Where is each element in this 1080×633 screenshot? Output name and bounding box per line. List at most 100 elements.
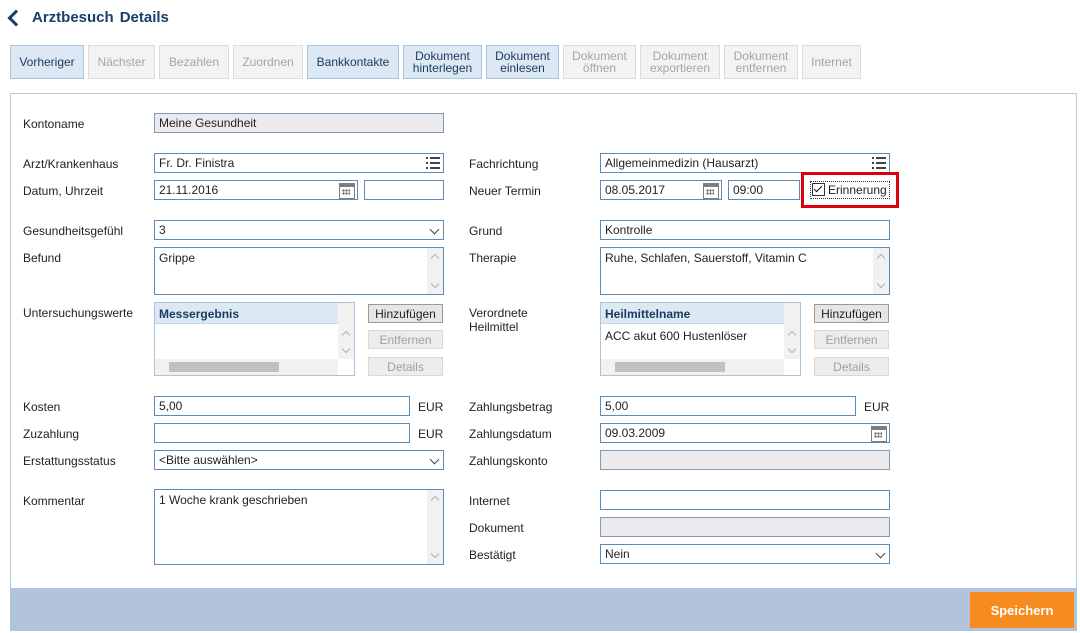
zahlungsbetrag-field[interactable]: 5,00 xyxy=(600,396,856,416)
document-scan-button[interactable]: Dokument einlesen xyxy=(486,45,559,79)
checkbox-checked-icon[interactable] xyxy=(812,183,825,196)
document-remove-button[interactable]: Dokument entfernen xyxy=(724,45,798,79)
kosten-unit: EUR xyxy=(418,400,444,414)
bestaetigt-select[interactable]: Nein xyxy=(600,544,890,564)
heilmittel-details-button[interactable]: Details xyxy=(814,357,889,376)
termin-time-field[interactable]: 09:00 xyxy=(728,180,800,200)
scroll-up-icon xyxy=(430,253,440,263)
internet-button[interactable]: Internet xyxy=(802,45,861,79)
heilmittel-remove-button[interactable]: Entfernen xyxy=(814,330,889,349)
erstattungsstatus-value: <Bitte auswählen> xyxy=(159,453,258,467)
therapie-textarea[interactable]: Ruhe, Schlafen, Sauerstoff, Vitamin C xyxy=(600,247,890,295)
document-export-label: Dokument exportieren xyxy=(649,49,711,75)
scroll-down-icon xyxy=(876,279,886,289)
prev-button[interactable]: Vorheriger xyxy=(10,45,84,79)
untersuchung-add-button[interactable]: Hinzufügen xyxy=(368,304,443,323)
document-export-button[interactable]: Dokument exportieren xyxy=(640,45,720,79)
scroll-thumb[interactable] xyxy=(169,362,279,372)
internet-field[interactable] xyxy=(600,490,890,510)
calendar-icon[interactable] xyxy=(339,183,355,199)
untersuchung-details-button[interactable]: Details xyxy=(368,357,443,376)
scroll-thumb[interactable] xyxy=(615,362,725,372)
grund-label: Grund xyxy=(469,224,503,238)
chevron-down-icon xyxy=(429,454,440,465)
save-button[interactable]: Speichern xyxy=(970,592,1074,628)
heilmittel-grid[interactable]: Heilmittelname ACC akut 600 Hustenlöser xyxy=(600,302,801,376)
gesundheitsgefuehl-select[interactable]: 3 xyxy=(154,220,444,240)
back-chevron-icon[interactable] xyxy=(7,9,25,27)
zuzahlung-field[interactable] xyxy=(154,423,410,443)
scroll-up-icon xyxy=(341,330,351,340)
kontoname-field[interactable]: Meine Gesundheit xyxy=(154,113,444,133)
horizontal-scrollbar[interactable] xyxy=(155,359,338,375)
document-open-button[interactable]: Dokument öffnen xyxy=(563,45,636,79)
calendar-icon[interactable] xyxy=(703,183,719,199)
zahlungsbetrag-unit: EUR xyxy=(864,400,890,414)
kommentar-label: Kommentar xyxy=(23,494,86,508)
table-row[interactable]: ACC akut 600 Hustenlöser xyxy=(601,325,784,347)
befund-value: Grippe xyxy=(159,251,196,265)
zahlungsdatum-label: Zahlungsdatum xyxy=(469,427,552,441)
zuzahlung-label: Zuzahlung xyxy=(23,427,80,441)
calendar-icon[interactable] xyxy=(871,426,887,442)
arzt-value: Fr. Dr. Finistra xyxy=(159,156,235,170)
horizontal-scrollbar[interactable] xyxy=(601,359,784,375)
datum-date-field[interactable]: 21.11.2016 xyxy=(154,180,358,200)
scroll-down-icon xyxy=(430,279,440,289)
termin-date-value: 08.05.2017 xyxy=(605,183,666,197)
heilmittel-label: Verordnete Heilmittel xyxy=(469,306,528,334)
therapie-value: Ruhe, Schlafen, Sauerstoff, Vitamin C xyxy=(605,251,807,265)
befund-textarea[interactable]: Grippe xyxy=(154,247,444,295)
fachrichtung-label: Fachrichtung xyxy=(469,157,539,171)
zahlungskonto-field[interactable] xyxy=(600,450,890,470)
erstattungsstatus-select[interactable]: <Bitte auswählen> xyxy=(154,450,444,470)
dokument-field[interactable] xyxy=(600,517,890,537)
chevron-down-icon xyxy=(875,548,886,559)
heilmittel-add-button[interactable]: Hinzufügen xyxy=(814,304,889,323)
heilmittel-label-line2: Heilmittel xyxy=(469,320,519,334)
arzt-field[interactable]: Fr. Dr. Finistra xyxy=(154,153,444,173)
scroll-up-icon xyxy=(787,330,797,340)
grund-field[interactable]: Kontrolle xyxy=(600,220,890,240)
bank-contacts-button[interactable]: Bankkontakte xyxy=(307,45,399,79)
kosten-field[interactable]: 5,00 xyxy=(154,396,410,416)
document-scan-label: Dokument einlesen xyxy=(495,49,550,75)
vertical-scrollbar[interactable] xyxy=(873,248,889,294)
next-button[interactable]: Nächster xyxy=(88,45,155,79)
scroll-down-icon xyxy=(430,549,440,559)
kontoname-label: Kontoname xyxy=(23,117,85,131)
pay-button[interactable]: Bezahlen xyxy=(159,45,229,79)
assign-button[interactable]: Zuordnen xyxy=(233,45,303,79)
vertical-scrollbar[interactable] xyxy=(427,248,443,294)
page-title-main: Arztbesuch xyxy=(32,9,114,26)
zahlungsbetrag-label: Zahlungsbetrag xyxy=(469,400,553,414)
vertical-scrollbar[interactable] xyxy=(427,490,443,564)
gesundheitsgefuehl-label: Gesundheitsgefühl xyxy=(23,224,124,238)
termin-date-field[interactable]: 08.05.2017 xyxy=(600,180,722,200)
bestaetigt-value: Nein xyxy=(605,547,630,561)
therapie-label: Therapie xyxy=(469,251,517,265)
list-icon[interactable] xyxy=(425,156,441,170)
reminder-checkbox[interactable]: Erinnerung xyxy=(810,181,890,199)
vertical-scrollbar[interactable] xyxy=(338,303,354,359)
heilmittel-label-line1: Verordnete xyxy=(469,306,528,320)
zahlungskonto-label: Zahlungskonto xyxy=(469,454,548,468)
messergebnis-column-header[interactable]: Messergebnis xyxy=(155,303,338,324)
gesundheitsgefuehl-value: 3 xyxy=(159,223,166,237)
fachrichtung-field[interactable]: Allgemeinmedizin (Hausarzt) xyxy=(600,153,890,173)
datum-time-field[interactable] xyxy=(364,180,444,200)
messergebnis-grid[interactable]: Messergebnis xyxy=(154,302,355,376)
vertical-scrollbar[interactable] xyxy=(784,303,800,359)
bestaetigt-label: Bestätigt xyxy=(469,548,516,562)
document-deposit-button[interactable]: Dokument hinterlegen xyxy=(403,45,482,79)
list-icon[interactable] xyxy=(871,156,887,170)
datum-date-value: 21.11.2016 xyxy=(159,183,219,197)
kommentar-textarea[interactable]: 1 Woche krank geschrieben xyxy=(154,489,444,565)
zahlungsdatum-value: 09.03.2009 xyxy=(605,426,666,440)
heilmittel-column-header[interactable]: Heilmittelname xyxy=(601,303,784,324)
zahlungsdatum-field[interactable]: 09.03.2009 xyxy=(600,423,890,443)
termin-label: Neuer Termin xyxy=(469,184,541,198)
page-title[interactable]: Arztbesuch Details xyxy=(7,9,169,27)
reminder-label: Erinnerung xyxy=(828,183,887,197)
untersuchung-remove-button[interactable]: Entfernen xyxy=(368,330,443,349)
